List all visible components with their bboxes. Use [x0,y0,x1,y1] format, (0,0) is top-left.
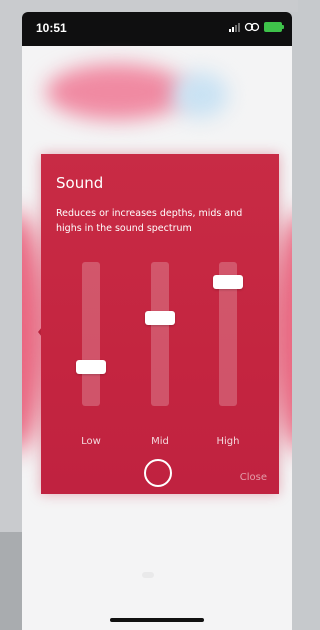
close-button[interactable]: Close [240,472,267,483]
modal-description: Reduces or increases depths, mids and hi… [56,208,243,234]
circle-icon[interactable] [144,459,172,487]
modal-title: Sound [56,174,104,192]
status-bar: 10:51 [22,12,292,46]
battery-icon [264,22,284,32]
outer-frame-top [0,0,298,12]
signal-icon [229,22,240,32]
slider-thumb[interactable] [213,275,243,289]
slider-track[interactable] [151,262,169,406]
slider-thumb[interactable] [76,359,106,374]
slider-label-low: Low [81,436,101,447]
link-icon [244,22,260,32]
slider-label-mid: Mid [151,436,169,447]
slider-track[interactable] [82,262,100,406]
slider-thumb[interactable] [145,311,175,326]
background-blur-blue [172,72,228,118]
phone-screen: 10:51 Sound Reduces or increases depths,… [22,12,292,630]
status-icons [229,22,284,32]
sound-modal: Sound Reduces or increases depths, mids … [41,154,279,494]
background-blur-pink [46,64,188,120]
faint-indicator [142,572,154,578]
slider-label-high: High [216,436,240,447]
home-indicator[interactable] [110,618,204,622]
slider-low[interactable] [76,262,106,406]
status-time: 10:51 [36,21,67,35]
slider-mid[interactable] [145,262,175,406]
outer-frame-bottom [0,532,22,630]
slider-high[interactable] [213,262,243,406]
